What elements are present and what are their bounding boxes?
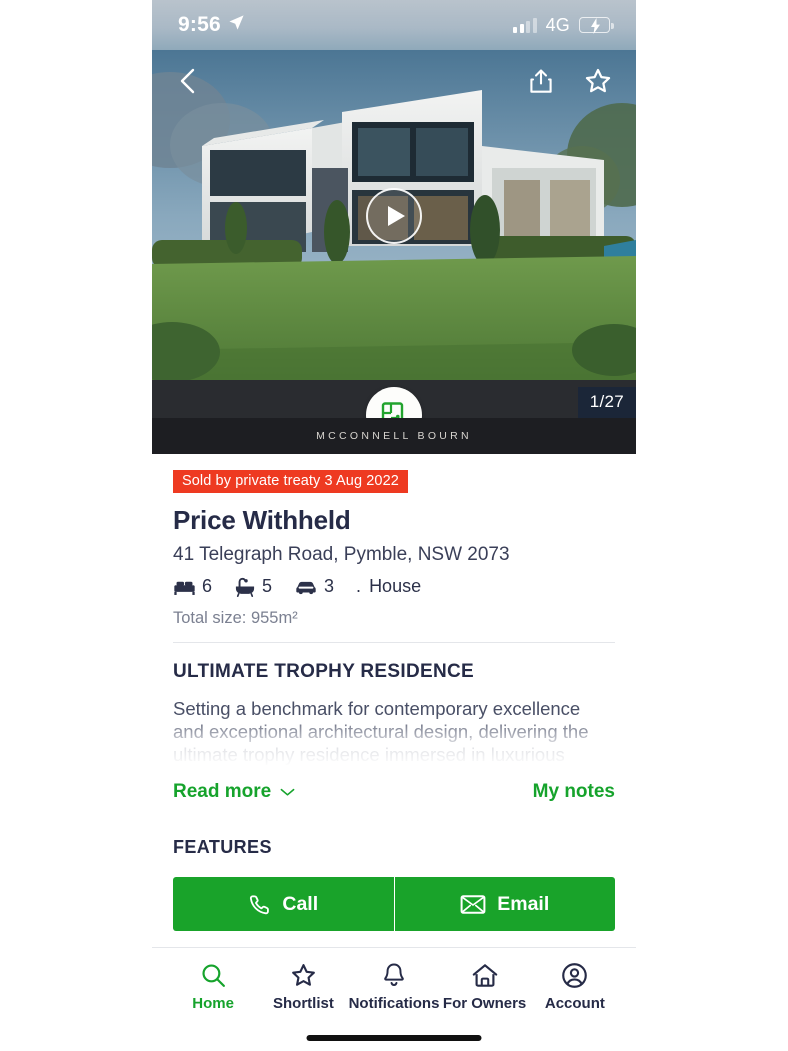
tab-home-label: Home — [192, 995, 234, 1012]
tab-shortlist-label: Shortlist — [273, 995, 334, 1012]
gallery-top-bar — [152, 50, 636, 112]
home-indicator — [306, 1035, 482, 1041]
tab-account[interactable]: Account — [530, 962, 620, 1012]
bed-icon — [174, 581, 195, 595]
read-more-button[interactable]: Read more — [173, 781, 295, 803]
status-time: 9:56 — [178, 13, 221, 36]
gallery-actions — [528, 67, 612, 95]
tab-for-owners[interactable]: For Owners — [439, 962, 529, 1012]
tab-account-label: Account — [544, 995, 605, 1012]
image-counter: 1/27 — [577, 387, 636, 418]
bathrooms-attribute: 5 — [234, 576, 272, 597]
back-chevron-icon[interactable] — [176, 66, 198, 96]
status-left-group: 9:56 — [178, 13, 245, 37]
bell-icon — [384, 963, 404, 987]
bottom-tab-bar: Home Shortlist Notifications For Owners — [152, 948, 636, 1051]
bedrooms-count: 6 — [202, 576, 213, 596]
signal-bars-icon — [513, 17, 537, 33]
property-gallery[interactable]: 1/27 — [152, 50, 636, 418]
floorplan-icon — [381, 402, 404, 418]
agency-banner: MCCONNELL BOURN — [152, 418, 636, 454]
description-body: Setting a benchmark for contemporary exc… — [173, 698, 589, 765]
email-button[interactable]: Email — [393, 877, 615, 931]
total-size-label: Total size: 955m² — [173, 609, 298, 627]
status-bar: 9:56 4G — [152, 0, 636, 50]
network-label: 4G — [545, 14, 570, 35]
search-icon — [202, 964, 225, 987]
play-icon — [387, 206, 405, 226]
envelope-icon — [460, 894, 486, 914]
property-summary: Sold by private treaty 3 Aug 2022 Price … — [152, 454, 636, 642]
tab-notifications[interactable]: Notifications — [348, 962, 440, 1012]
bathrooms-count: 5 — [262, 576, 273, 596]
my-notes-button[interactable]: My notes — [533, 781, 615, 803]
property-attributes: 6 5 3 . House — [173, 576, 615, 597]
account-circle-icon — [562, 963, 588, 988]
tab-shortlist[interactable]: Shortlist — [258, 962, 348, 1012]
property-type-label: House — [369, 576, 422, 596]
star-icon — [292, 964, 315, 986]
car-icon — [296, 581, 316, 594]
read-more-label: Read more — [173, 781, 272, 802]
play-video-button[interactable] — [366, 188, 422, 244]
bath-icon — [235, 577, 255, 597]
features-heading: FEATURES — [173, 837, 272, 857]
status-badge: Sold by private treaty 3 Aug 2022 — [173, 470, 408, 493]
parking-attribute: 3 — [294, 576, 334, 597]
bedrooms-attribute: 6 — [173, 576, 212, 597]
description-actions: Read more My notes — [173, 781, 615, 803]
tab-home[interactable]: Home — [168, 962, 258, 1012]
tab-notifications-label: Notifications — [348, 995, 440, 1012]
email-label: Email — [497, 892, 550, 915]
house-icon — [472, 964, 497, 987]
call-label: Call — [282, 892, 319, 915]
property-type-group: . House — [356, 576, 421, 597]
contact-buttons-row: Call Email — [173, 877, 615, 931]
parking-count: 3 — [324, 576, 335, 596]
tab-for-owners-label: For Owners — [442, 995, 527, 1012]
address-label: 41 Telegraph Road, Pymble, NSW 2073 — [173, 544, 510, 565]
phone-icon — [250, 894, 270, 914]
attribute-separator: . — [356, 576, 362, 596]
status-right-group: 4G — [513, 14, 614, 36]
location-arrow-icon — [228, 14, 245, 36]
call-button[interactable]: Call — [173, 877, 394, 931]
agency-name: MCCONNELL BOURN — [316, 430, 472, 442]
share-icon[interactable] — [528, 67, 554, 95]
price-label: Price Withheld — [173, 505, 351, 535]
description-section: ULTIMATE TROPHY RESIDENCE Setting a benc… — [152, 643, 636, 803]
star-outline-icon[interactable] — [584, 67, 612, 95]
contact-action-bar: Call Email — [152, 865, 636, 948]
screenshot-root: 9:56 4G 1/27 MCCONNELL BOURN Sold by pri… — [0, 0, 788, 1051]
battery-charging-icon — [579, 17, 614, 34]
phone-viewport: 9:56 4G 1/27 MCCONNELL BOURN Sold by pri… — [152, 0, 636, 1051]
description-heading: ULTIMATE TROPHY RESIDENCE — [173, 661, 474, 682]
description-body-wrap: Setting a benchmark for contemporary exc… — [173, 697, 615, 767]
chevron-down-icon — [280, 788, 295, 796]
